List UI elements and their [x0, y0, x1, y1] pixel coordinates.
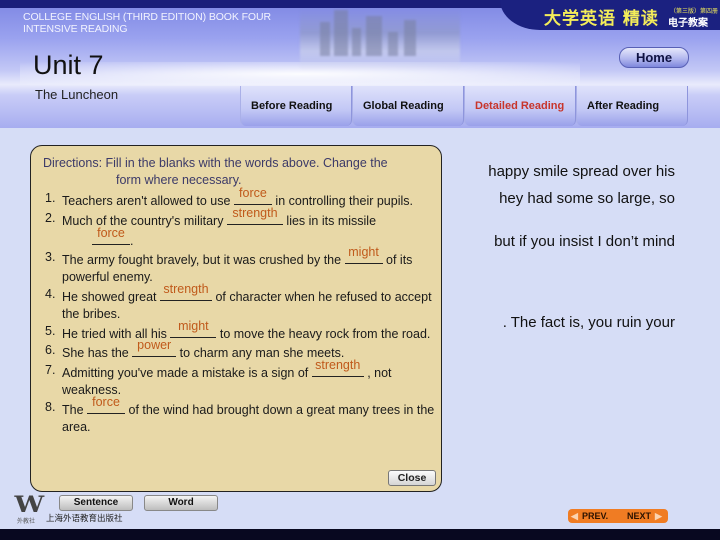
unit-title: Unit 7 — [33, 50, 104, 80]
answer-text: might — [348, 245, 379, 260]
next-button[interactable]: NEXT — [627, 509, 651, 523]
exercise-panel: Directions: Fill in the blanks with the … — [30, 145, 442, 492]
exercise-item: 8. The force of the wind had brought dow… — [45, 395, 435, 436]
tab-global-reading[interactable]: Global Reading — [352, 86, 464, 126]
exercise-item: 5. He tried with all his might to move t… — [45, 319, 435, 343]
item-number: 6. — [45, 343, 56, 358]
answer-text: force — [97, 225, 125, 240]
unit-subtitle: The Luncheon — [35, 87, 119, 102]
book-title-line2: INTENSIVE READING — [23, 23, 128, 35]
answer-text: strength — [315, 358, 361, 373]
answer-text: strength — [232, 205, 278, 220]
cn-subtitle: 电子教案 — [668, 18, 708, 29]
item-text: She has the — [62, 346, 133, 361]
item-number: 3. — [45, 250, 56, 265]
item-text: lies in its missile — [282, 213, 377, 228]
tab-detailed-reading[interactable]: Detailed Reading — [464, 86, 576, 126]
answer-text: force — [92, 394, 120, 409]
item-text: . — [130, 233, 134, 248]
item-text: He showed great — [62, 289, 160, 304]
cn-title: 大学英语 精读 — [544, 9, 659, 29]
bottom-bar — [0, 529, 720, 540]
item-number: 1. — [45, 191, 56, 205]
home-button[interactable]: Home — [619, 47, 689, 68]
exercise-list: 1. Teachers aren't allowed to use force … — [45, 186, 435, 436]
answer-text: might — [178, 318, 209, 333]
answer-blank[interactable]: force — [87, 395, 126, 414]
directions-line1: Directions: Fill in the blanks with the … — [43, 156, 388, 170]
item-text: to move the heavy rock from the road. — [216, 326, 431, 341]
answer-text: force — [239, 186, 267, 200]
item-text: Admitting you've made a mistake is a sig… — [62, 366, 312, 381]
answer-blank[interactable]: strength — [311, 358, 364, 378]
cityscape-image — [300, 8, 460, 70]
item-number: 4. — [45, 286, 56, 301]
item-text: Teachers aren't allowed to use — [62, 194, 234, 208]
book-title-line1: COLLEGE ENGLISH (THIRD EDITION) BOOK FOU… — [23, 11, 271, 23]
exercise-item: 4. He showed great strength of character… — [45, 282, 435, 323]
next-arrow-icon[interactable]: ▶ — [655, 509, 662, 523]
answer-blank[interactable]: force — [92, 226, 130, 245]
exercise-item: 6. She has the power to charm any man sh… — [45, 338, 435, 362]
item-text: The — [62, 402, 88, 417]
item-text: in controlling their pupils. — [271, 194, 413, 208]
close-button[interactable]: Close — [388, 470, 436, 486]
book-title: COLLEGE ENGLISH (THIRD EDITION) BOOK FOU… — [23, 11, 271, 35]
item-number: 7. — [45, 363, 56, 378]
exercise-item: 3. The army fought bravely, but it was c… — [45, 245, 435, 286]
logo-caption: 外教社 — [17, 518, 36, 525]
prev-next-nav: ◀ PREV. NEXT ▶ — [568, 509, 668, 523]
publisher-logo-icon: W — [14, 492, 45, 518]
prev-arrow-icon[interactable]: ◀ — [571, 509, 578, 523]
item-text: Much of the country's military — [62, 213, 227, 228]
answer-blank[interactable]: power — [132, 338, 177, 358]
sentence-button[interactable]: Sentence — [59, 495, 133, 511]
answer-blank[interactable]: strength — [226, 206, 283, 225]
item-text: The army fought bravely, but it was crus… — [62, 253, 345, 268]
prev-button[interactable]: PREV. — [582, 509, 608, 523]
tab-after-reading[interactable]: After Reading — [576, 86, 688, 126]
answer-text: power — [137, 338, 172, 353]
answer-blank[interactable]: might — [344, 245, 383, 265]
item-number: 5. — [45, 323, 56, 338]
answer-blank[interactable]: might — [170, 319, 217, 338]
answer-text: strength — [163, 281, 209, 296]
item-number: 2. — [45, 210, 56, 225]
answer-blank[interactable]: force — [233, 186, 272, 205]
tab-before-reading[interactable]: Before Reading — [240, 86, 352, 126]
publisher-name: 上海外语教育出版社 — [46, 514, 123, 524]
answer-blank[interactable]: strength — [159, 282, 212, 301]
directions: Directions: Fill in the blanks with the … — [43, 155, 433, 189]
item-number: 8. — [45, 399, 56, 414]
word-button[interactable]: Word — [144, 495, 218, 511]
